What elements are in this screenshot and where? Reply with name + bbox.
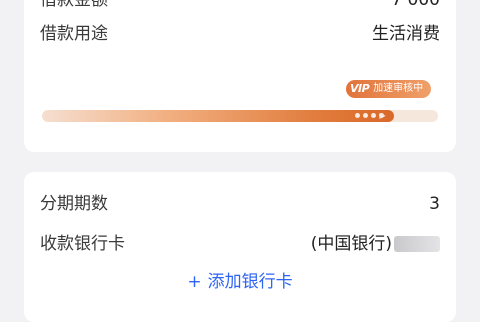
bank-card-label: 收款银行卡 xyxy=(40,234,125,254)
loan-amount-row: 借款金额 7 000 xyxy=(40,0,440,12)
masked-card-number xyxy=(394,236,440,252)
installments-label: 分期期数 xyxy=(40,194,108,214)
loan-purpose-label: 借款用途 xyxy=(40,24,108,44)
progress-indicator: ▶ xyxy=(355,111,386,120)
loan-amount-value: 7 000 xyxy=(391,0,440,10)
review-progress-fill: ▶ xyxy=(42,110,395,122)
arrow-right-icon: ▶ xyxy=(379,111,386,120)
loan-purpose-row: 借款用途 生活消费 xyxy=(40,22,440,46)
add-bank-card-label: 添加银行卡 xyxy=(207,272,293,292)
loan-amount-label: 借款金额 xyxy=(40,0,108,10)
vip-badge-text: 加速审核中 xyxy=(373,83,424,94)
vip-review-badge: VIP 加速审核中 xyxy=(346,80,432,98)
bank-card-value: (中国银行) xyxy=(311,232,440,256)
progress-dot xyxy=(363,113,369,118)
bank-name: (中国银行) xyxy=(310,234,392,254)
installments-row[interactable]: 分期期数 3 xyxy=(40,192,440,216)
add-bank-card-button[interactable]: + 添加银行卡 xyxy=(24,270,456,294)
review-progress-bar: ▶ xyxy=(42,110,438,122)
vip-tag: VIP xyxy=(350,82,370,95)
bank-card-row[interactable]: 收款银行卡 (中国银行) xyxy=(40,232,440,256)
installments-value: 3 xyxy=(429,194,440,214)
plus-icon: + xyxy=(187,272,202,292)
loan-purpose-value: 生活消费 xyxy=(372,24,440,44)
progress-dot xyxy=(371,113,377,118)
progress-dot xyxy=(355,113,361,118)
loan-info-card: 借款金额 7 000 借款用途 生活消费 VIP 加速审核中 ▶ xyxy=(24,0,456,152)
